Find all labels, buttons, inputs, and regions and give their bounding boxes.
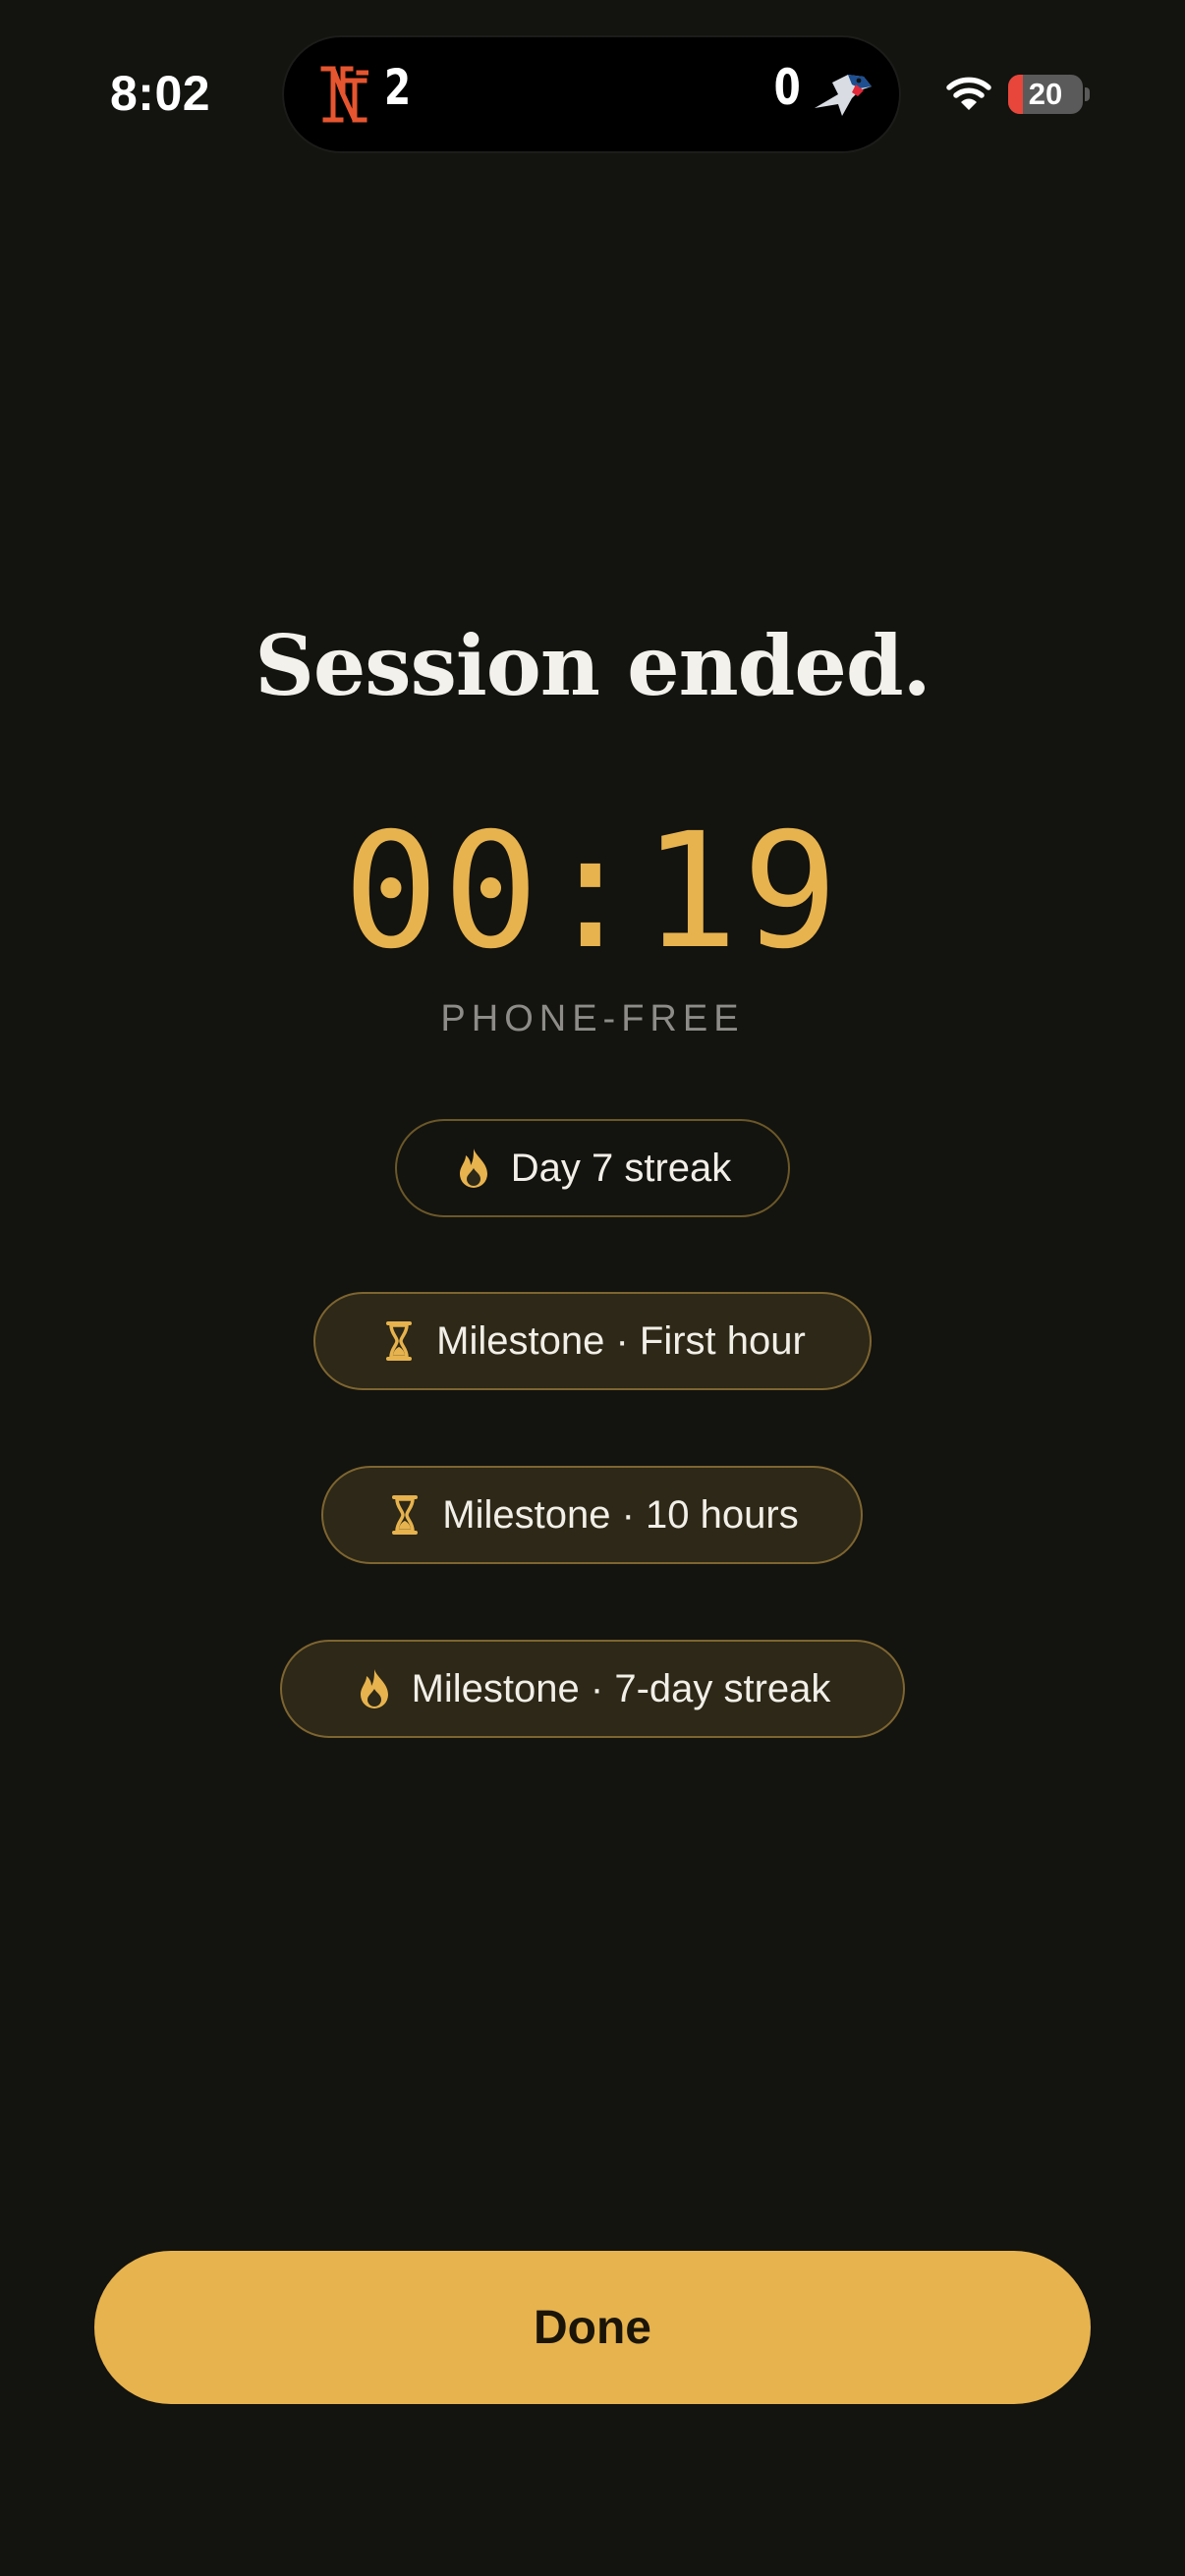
milestone-badge-label: Milestone · First hour xyxy=(436,1318,806,1363)
milestone-badge-7-day-streak: Milestone · 7-day streak xyxy=(280,1640,905,1738)
flame-icon xyxy=(459,1148,487,1188)
timer-caption: PHONE-FREE xyxy=(440,998,745,1039)
flame-icon xyxy=(360,1669,388,1708)
milestone-badge-label: Milestone · 10 hours xyxy=(442,1492,799,1537)
milestone-badge-first-hour: Milestone · First hour xyxy=(313,1292,872,1390)
session-timer: 00:19 xyxy=(343,800,842,984)
mets-logo-icon xyxy=(320,66,368,123)
status-time: 8:02 xyxy=(110,66,211,121)
done-button[interactable]: Done xyxy=(94,2251,1091,2404)
streak-badge-label: Day 7 streak xyxy=(510,1146,732,1190)
milestone-badge-label: Milestone · 7-day streak xyxy=(411,1666,831,1710)
milestone-badge-10-hours: Milestone · 10 hours xyxy=(321,1466,863,1564)
live-activity-island[interactable]: 2 0 xyxy=(284,37,899,151)
hourglass-icon xyxy=(386,1321,413,1361)
wifi-icon xyxy=(946,77,991,110)
battery-level: 20 xyxy=(1028,77,1063,111)
page-title: Session ended. xyxy=(254,617,931,714)
streak-badge: Day 7 streak xyxy=(395,1119,790,1217)
battery-tip xyxy=(1085,87,1090,101)
battery-indicator: 20 xyxy=(1008,75,1083,114)
left-team-score: 2 xyxy=(384,59,412,116)
blue-jays-logo-icon xyxy=(815,75,872,116)
hourglass-icon xyxy=(392,1495,419,1535)
right-team-score: 0 xyxy=(773,59,801,116)
